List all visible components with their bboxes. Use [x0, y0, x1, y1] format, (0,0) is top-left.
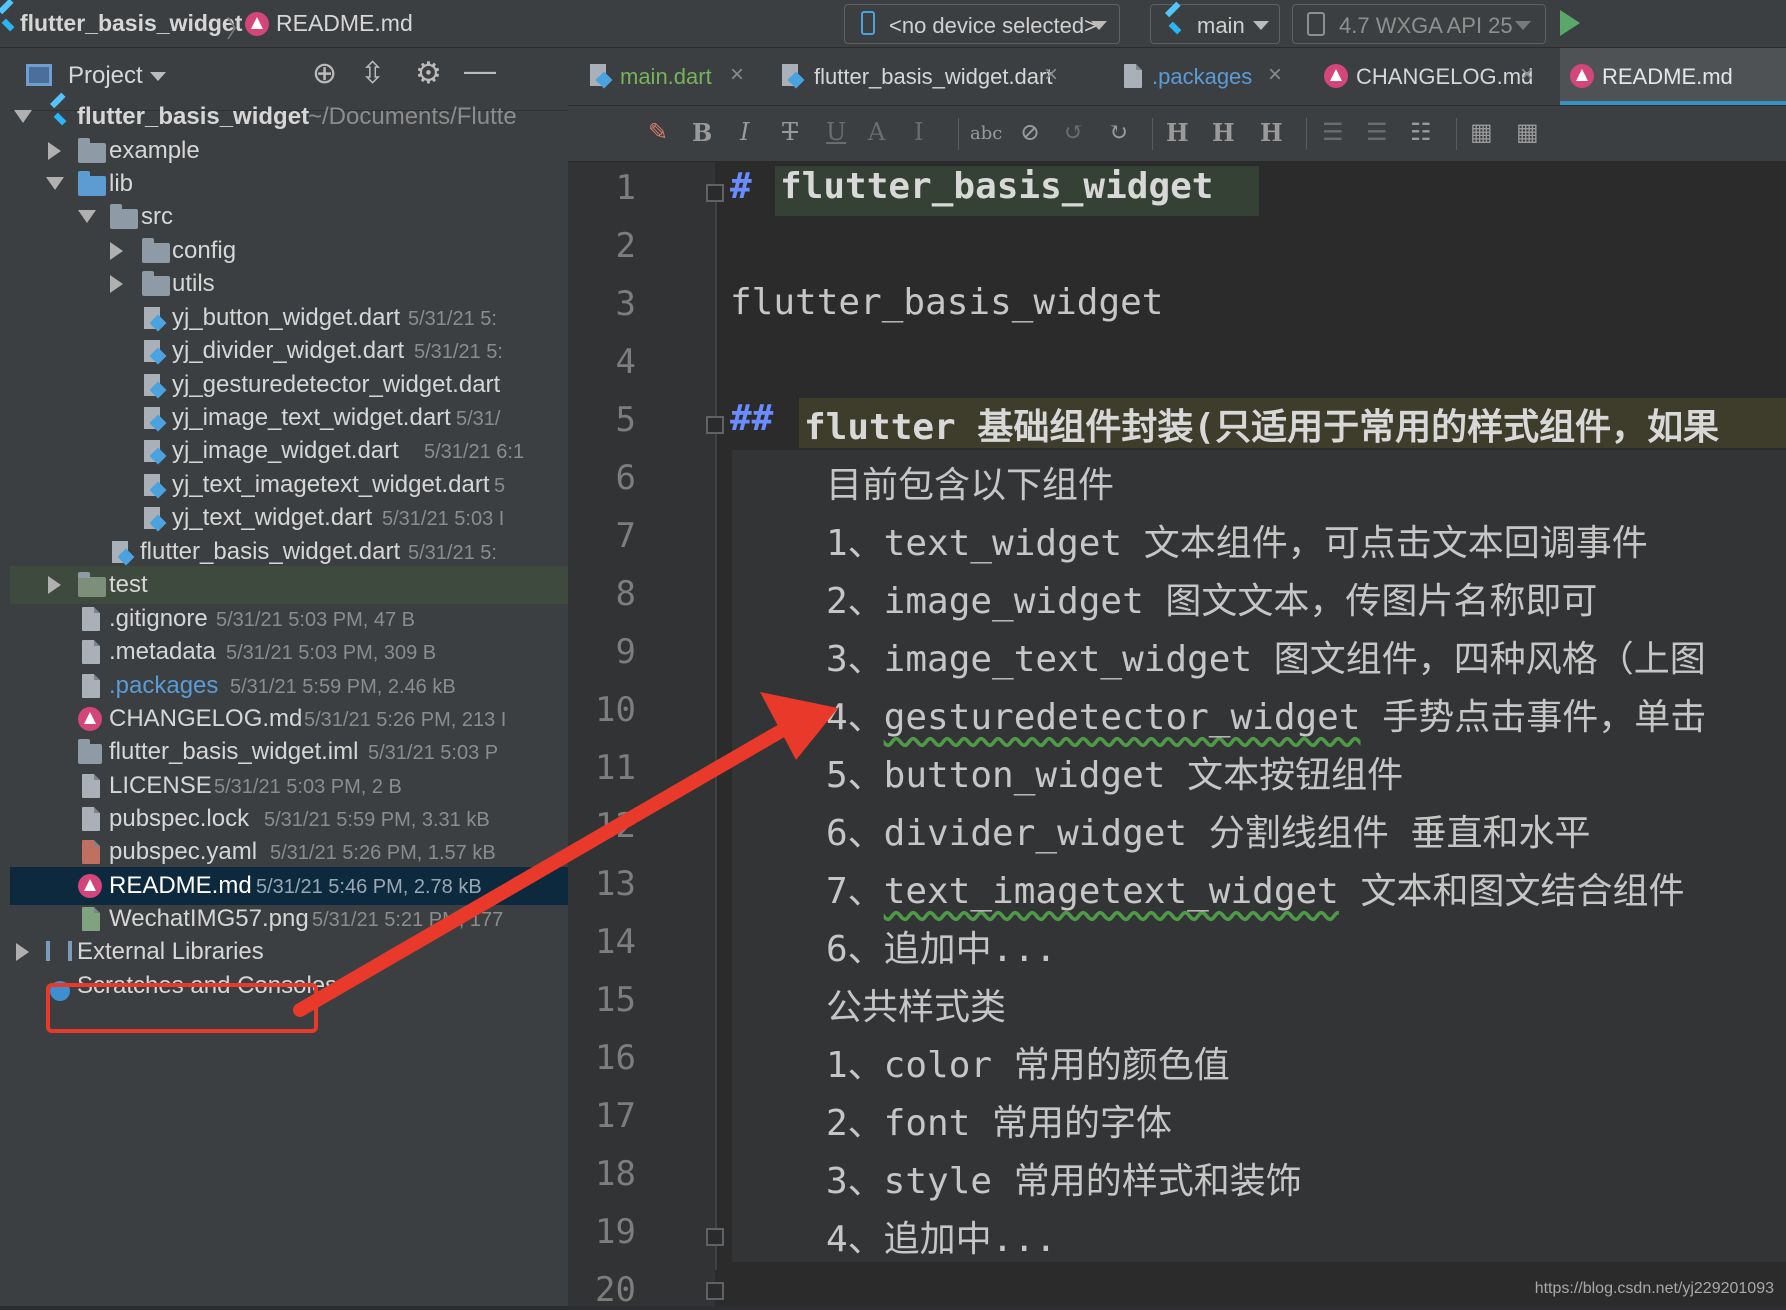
watermark: https://blog.csdn.net/yj229201093 — [1534, 1280, 1774, 1297]
annotation-arrow — [293, 692, 838, 1017]
